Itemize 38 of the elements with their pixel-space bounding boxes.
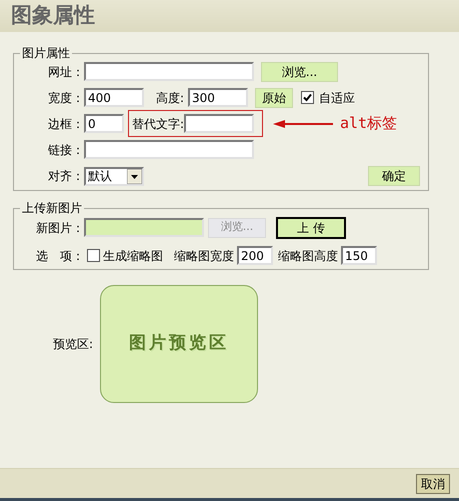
- thumb-width-field[interactable]: 200: [237, 246, 273, 265]
- field-label: 生成缩略图: [103, 248, 163, 264]
- align-select[interactable]: 默认: [84, 166, 144, 186]
- link-field[interactable]: [84, 140, 254, 159]
- field-label: 替代文字:: [132, 116, 184, 132]
- file-field[interactable]: [84, 218, 204, 237]
- width-field[interactable]: 400: [84, 88, 144, 107]
- field-label: 选 项：: [35, 248, 84, 264]
- url-field[interactable]: [84, 62, 254, 81]
- checkbox[interactable]: [87, 249, 100, 262]
- field-label: 缩略图高度: [278, 248, 338, 264]
- field-label: 预览区:: [53, 336, 94, 353]
- field-label: 对齐：: [47, 168, 84, 185]
- field-label: 边框：: [47, 116, 84, 132]
- alt-text-field[interactable]: [184, 114, 254, 133]
- checkbox[interactable]: [301, 91, 314, 104]
- group-legend: 图片属性: [20, 44, 72, 62]
- preview-area: 图片预览区: [100, 285, 258, 403]
- original-size-button[interactable]: 原始: [255, 88, 293, 108]
- field-label: 宽度：: [47, 90, 84, 106]
- field-label: 链接：: [47, 142, 84, 158]
- height-field[interactable]: 300: [188, 88, 248, 107]
- ok-button[interactable]: 确定: [368, 166, 420, 186]
- annotation-label: alt标签: [340, 113, 398, 134]
- arrow-icon: [273, 120, 333, 128]
- upload-button[interactable]: 上 传: [276, 216, 346, 238]
- border-field[interactable]: 0: [84, 114, 124, 133]
- cancel-button[interactable]: 取消: [416, 474, 450, 494]
- caret-icon: [127, 168, 142, 184]
- group-legend: 上传新图片: [20, 199, 84, 217]
- field-label: 自适应: [319, 90, 355, 106]
- field-label: 缩略图宽度: [174, 248, 234, 264]
- thumb-height-field[interactable]: 150: [341, 246, 377, 265]
- window-title: 图象属性: [11, 2, 95, 30]
- field-label: 高度:: [156, 90, 186, 107]
- field-label: 新图片：: [35, 220, 84, 236]
- browse-button[interactable]: 浏览...: [261, 62, 338, 82]
- field-label: 网址：: [47, 64, 84, 80]
